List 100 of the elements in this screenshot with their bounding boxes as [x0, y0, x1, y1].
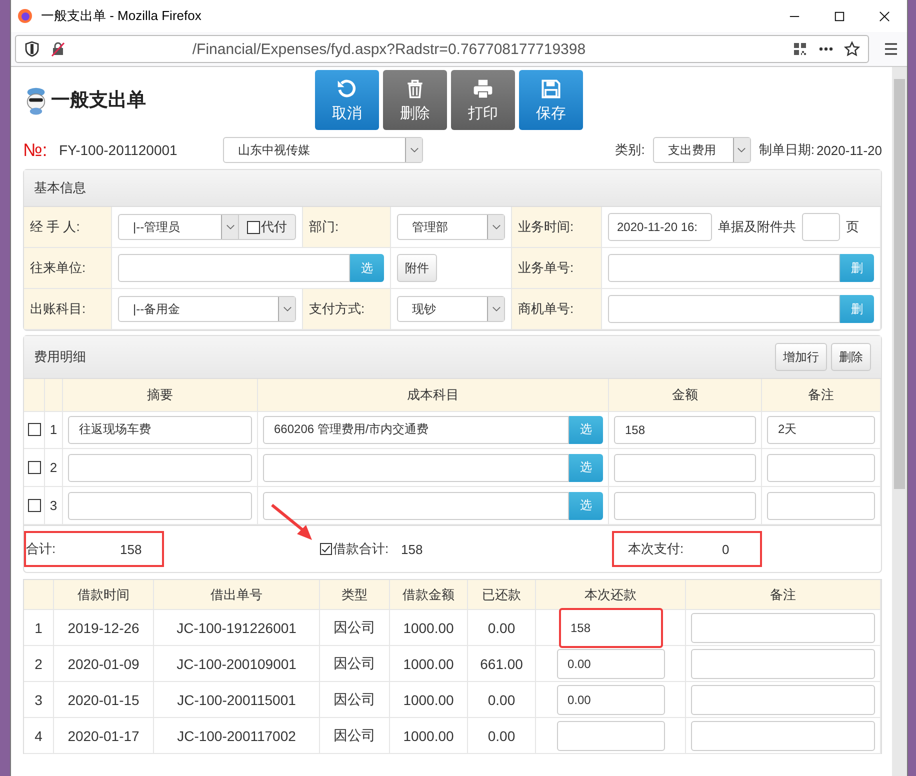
input-field[interactable]: 158: [558, 608, 662, 648]
undo-icon: [336, 78, 358, 100]
table-cell: 1000.00: [403, 656, 454, 672]
field-label: 单据及附件共: [718, 218, 796, 236]
column-header: 成本科目: [407, 386, 459, 404]
qr-code-icon[interactable]: [792, 41, 808, 57]
checkbox[interactable]: [320, 543, 332, 555]
dropdown[interactable]: 现钞: [397, 296, 505, 322]
column-header: 金额: [672, 386, 698, 404]
input-field[interactable]: 往返现场车费: [68, 416, 252, 444]
column-header: 借款金额: [402, 586, 454, 604]
table-cell: 2019-12-26: [68, 620, 140, 636]
input-field[interactable]: [691, 720, 875, 750]
table-cell: 1000.00: [403, 692, 454, 708]
input-field[interactable]: [767, 492, 875, 520]
table-cell: 661.00: [480, 656, 523, 672]
field-label: 商机单号:: [518, 300, 574, 318]
field-label: 经 手 人:: [30, 218, 80, 236]
table-cell: JC-100-191226001: [176, 620, 296, 636]
window-title: 一般支出单 - Mozilla Firefox: [41, 7, 202, 25]
table-cell: 因公司: [334, 654, 376, 672]
checkbox-option[interactable]: 代付: [239, 214, 296, 240]
star-icon[interactable]: [844, 41, 860, 57]
unit-label: 页: [846, 218, 859, 236]
field-label: 往来单位:: [30, 259, 86, 277]
input-field[interactable]: [68, 492, 252, 520]
input-field[interactable]: 158: [614, 416, 756, 444]
input-field[interactable]: [68, 454, 252, 482]
address-bar[interactable]: /Financial/Expenses/fyd.aspx?Radstr=0.767708177719398: [15, 35, 869, 63]
dropdown[interactable]: |--管理员: [118, 214, 239, 240]
annotation-arrow: [270, 503, 314, 541]
table-cell: JC-100-200109001: [176, 656, 296, 672]
input-field[interactable]: 2天: [767, 416, 875, 444]
dropdown[interactable]: 管理部: [397, 214, 505, 240]
dropdown[interactable]: 山东中视传媒: [223, 137, 423, 163]
input-field[interactable]: [263, 492, 569, 520]
table-cell: JC-100-200117002: [177, 728, 296, 744]
table-cell: 2020-01-17: [68, 728, 140, 744]
input-field[interactable]: [767, 454, 875, 482]
input-field[interactable]: [118, 254, 350, 282]
shield-icon: [24, 41, 40, 57]
input-field[interactable]: 0.00: [556, 648, 664, 678]
table-cell: 因公司: [334, 726, 376, 744]
input-field[interactable]: [608, 254, 840, 282]
input-field[interactable]: [263, 454, 569, 482]
input-field[interactable]: [691, 612, 875, 642]
table-cell: 因公司: [334, 618, 376, 636]
column-header: 备注: [808, 386, 834, 404]
input-field[interactable]: [802, 213, 840, 241]
table-cell: 1000.00: [403, 728, 454, 744]
input-field[interactable]: [614, 454, 756, 482]
lock-crossed-icon: [50, 41, 66, 57]
toolbar-button[interactable]: 增加行: [775, 343, 827, 371]
toolbar-button[interactable]: 打印: [451, 70, 515, 130]
payment-label: 本次支付:: [628, 540, 685, 558]
input-field[interactable]: [691, 684, 875, 714]
input-field[interactable]: 2020-11-20 16:: [608, 213, 712, 241]
dropdown[interactable]: |--备用金: [118, 296, 296, 322]
column-header: 摘要: [147, 386, 173, 404]
input-field[interactable]: [691, 648, 875, 678]
chevron-down-icon: [410, 147, 418, 153]
table-cell: 0.00: [488, 620, 516, 636]
checkbox[interactable]: [28, 461, 40, 474]
chevron-down-icon: [492, 306, 500, 312]
input-field[interactable]: [556, 720, 664, 750]
field-label: 业务时间:: [518, 218, 574, 236]
dropdown[interactable]: 支出费用: [652, 137, 751, 163]
page-title: 一般支出单: [51, 89, 146, 113]
input-field[interactable]: 0.00: [556, 684, 664, 714]
printer-icon: [472, 78, 494, 100]
attachment-button[interactable]: 附件: [397, 254, 437, 282]
chevron-down-icon: [492, 224, 500, 230]
column-header: 已还款: [482, 586, 521, 604]
url-text: /Financial/Expenses/fyd.aspx?Radstr=0.767708177719398: [191, 40, 587, 58]
panel-title: 费用明细: [34, 348, 86, 366]
row-number: 2: [50, 460, 58, 475]
field-label: 支付方式:: [309, 300, 365, 318]
toolbar-button[interactable]: 取消: [315, 70, 379, 130]
toolbar-button[interactable]: 保存: [519, 70, 583, 130]
checkbox[interactable]: [247, 220, 260, 234]
toolbar-button[interactable]: 删除: [383, 70, 447, 130]
total-value: 158: [120, 542, 142, 556]
loan-total-value: 158: [401, 542, 423, 556]
panel-title: 基本信息: [24, 170, 881, 207]
input-field[interactable]: [608, 295, 840, 323]
chevron-down-icon: [226, 224, 234, 230]
column-header: 本次还款: [584, 586, 636, 604]
input-field[interactable]: [614, 492, 756, 520]
date-label: 制单日期:: [758, 141, 814, 159]
toolbar-button[interactable]: 删除: [831, 343, 871, 371]
table-cell: 4: [34, 728, 42, 744]
checkbox[interactable]: [28, 423, 40, 436]
input-field[interactable]: 660206 管理费用/市内交通费: [263, 416, 569, 444]
checkbox[interactable]: [28, 499, 40, 512]
payment-value: 0: [722, 542, 730, 556]
table-cell: 因公司: [334, 690, 376, 708]
number-label: №:: [23, 140, 48, 160]
scrollbar[interactable]: [892, 67, 907, 776]
total-label: 合计:: [26, 540, 57, 558]
table-cell: 0.00: [488, 692, 516, 708]
